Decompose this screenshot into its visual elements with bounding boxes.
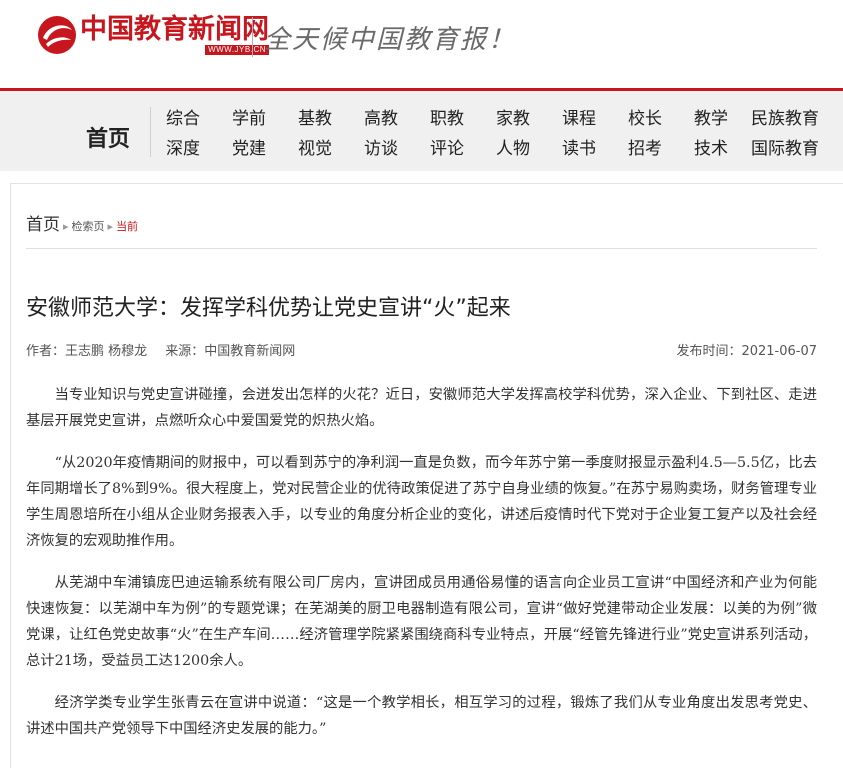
nav-item-gaojiao[interactable]: 高教 <box>348 104 414 129</box>
nav-item-xueqian[interactable]: 学前 <box>216 104 282 129</box>
nav-item-jiaoxue[interactable]: 教学 <box>678 104 744 129</box>
site-header: 中国教育新闻网 WWW.JYB.CN 全天候中国教育报！ <box>0 0 843 88</box>
breadcrumb-current: 当前 <box>116 220 139 233</box>
logo-swoosh-icon <box>38 16 76 54</box>
article-source: 来源：中国教育新闻网 <box>165 344 296 359</box>
nav-item-dushu[interactable]: 读书 <box>546 134 612 159</box>
nav-item-dangjian[interactable]: 党建 <box>216 134 282 159</box>
breadcrumb-arrow-icon: ▸ <box>107 220 114 233</box>
article-paragraph: 当专业知识与党史宣讲碰撞，会迸发出怎样的火花？近日，安徽师范大学发挥高校学科优势… <box>26 387 817 429</box>
nav-item-shendu[interactable]: 深度 <box>150 134 216 159</box>
nav-item-renwu[interactable]: 人物 <box>480 134 546 159</box>
nav-item-xiaozhang[interactable]: 校长 <box>612 104 678 129</box>
header-slogan: 全天候中国教育报！ <box>264 25 517 55</box>
article-paragraph: 从芜湖中车浦镇庞巴迪运输系统有限公司厂房内，宣讲团成员用通俗易懂的语言向企业员工… <box>26 575 817 669</box>
article-meta-left: 作者：王志鹏 杨穆龙 来源：中国教育新闻网 <box>26 344 309 359</box>
nav-home-link[interactable]: 首页 <box>86 121 130 153</box>
nav-item-shijue[interactable]: 视觉 <box>282 134 348 159</box>
nav-item-zonghe[interactable]: 综合 <box>150 104 216 129</box>
article-body: 当专业知识与党史宣讲碰撞，会迸发出怎样的火花？近日，安徽师范大学发挥高校学科优势… <box>26 382 817 758</box>
nav-row-1: 综合 学前 基教 高教 职教 家教 课程 校长 教学 民族教育 <box>150 101 826 131</box>
breadcrumb-arrow-icon: ▸ <box>63 220 69 233</box>
breadcrumb-home-link[interactable]: 首页 <box>26 210 60 235</box>
nav-row-2: 深度 党建 视觉 访谈 评论 人物 读书 招考 技术 国际教育 <box>150 131 826 161</box>
article-meta: 作者：王志鹏 杨穆龙 来源：中国教育新闻网 发布时间：2021-06-07 <box>26 340 817 359</box>
logo-url: WWW.JYB.CN <box>205 45 269 55</box>
site-logo[interactable]: 中国教育新闻网 WWW.JYB.CN <box>36 14 269 56</box>
breadcrumb: 首页 ▸ 检索页 ▸ 当前 <box>26 210 138 235</box>
article-date: 发布时间：2021-06-07 <box>676 344 817 359</box>
nav-item-jishu[interactable]: 技术 <box>678 134 744 159</box>
header-divider <box>252 17 253 57</box>
nav-grid: 综合 学前 基教 高教 职教 家教 课程 校长 教学 民族教育 深度 党建 视觉… <box>150 101 826 161</box>
nav-item-fangtan[interactable]: 访谈 <box>348 134 414 159</box>
nav-item-kecheng[interactable]: 课程 <box>546 104 612 129</box>
logo-text: 中国教育新闻网 WWW.JYB.CN <box>80 15 269 55</box>
main-nav: 首页 综合 学前 基教 高教 职教 家教 课程 校长 教学 民族教育 深度 党建… <box>0 88 843 171</box>
article-authors: 作者：王志鹏 杨穆龙 <box>26 344 148 359</box>
article-paragraph: 经济学类专业学生张青云在宣讲中说道：“这是一个教学相长，相互学习的过程，锻炼了我… <box>26 695 817 737</box>
nav-item-jijiao[interactable]: 基教 <box>282 104 348 129</box>
nav-item-jiajiao[interactable]: 家教 <box>480 104 546 129</box>
nav-item-pinglun[interactable]: 评论 <box>414 134 480 159</box>
nav-item-minzu[interactable]: 民族教育 <box>744 104 826 129</box>
nav-item-zhaokao[interactable]: 招考 <box>612 134 678 159</box>
article-paragraph: “从2020年疫情期间的财报中，可以看到苏宁的净利润一直是负数，而今年苏宁第一季… <box>26 455 817 549</box>
nav-item-zhijiao[interactable]: 职教 <box>414 104 480 129</box>
nav-item-guoji[interactable]: 国际教育 <box>744 134 826 159</box>
logo-name: 中国教育新闻网 <box>80 14 269 45</box>
breadcrumb-search-link[interactable]: 检索页 <box>72 218 105 234</box>
article-title: 安徽师范大学：发挥学科优势让党史宣讲“火”起来 <box>26 296 511 321</box>
breadcrumb-divider <box>26 248 817 249</box>
